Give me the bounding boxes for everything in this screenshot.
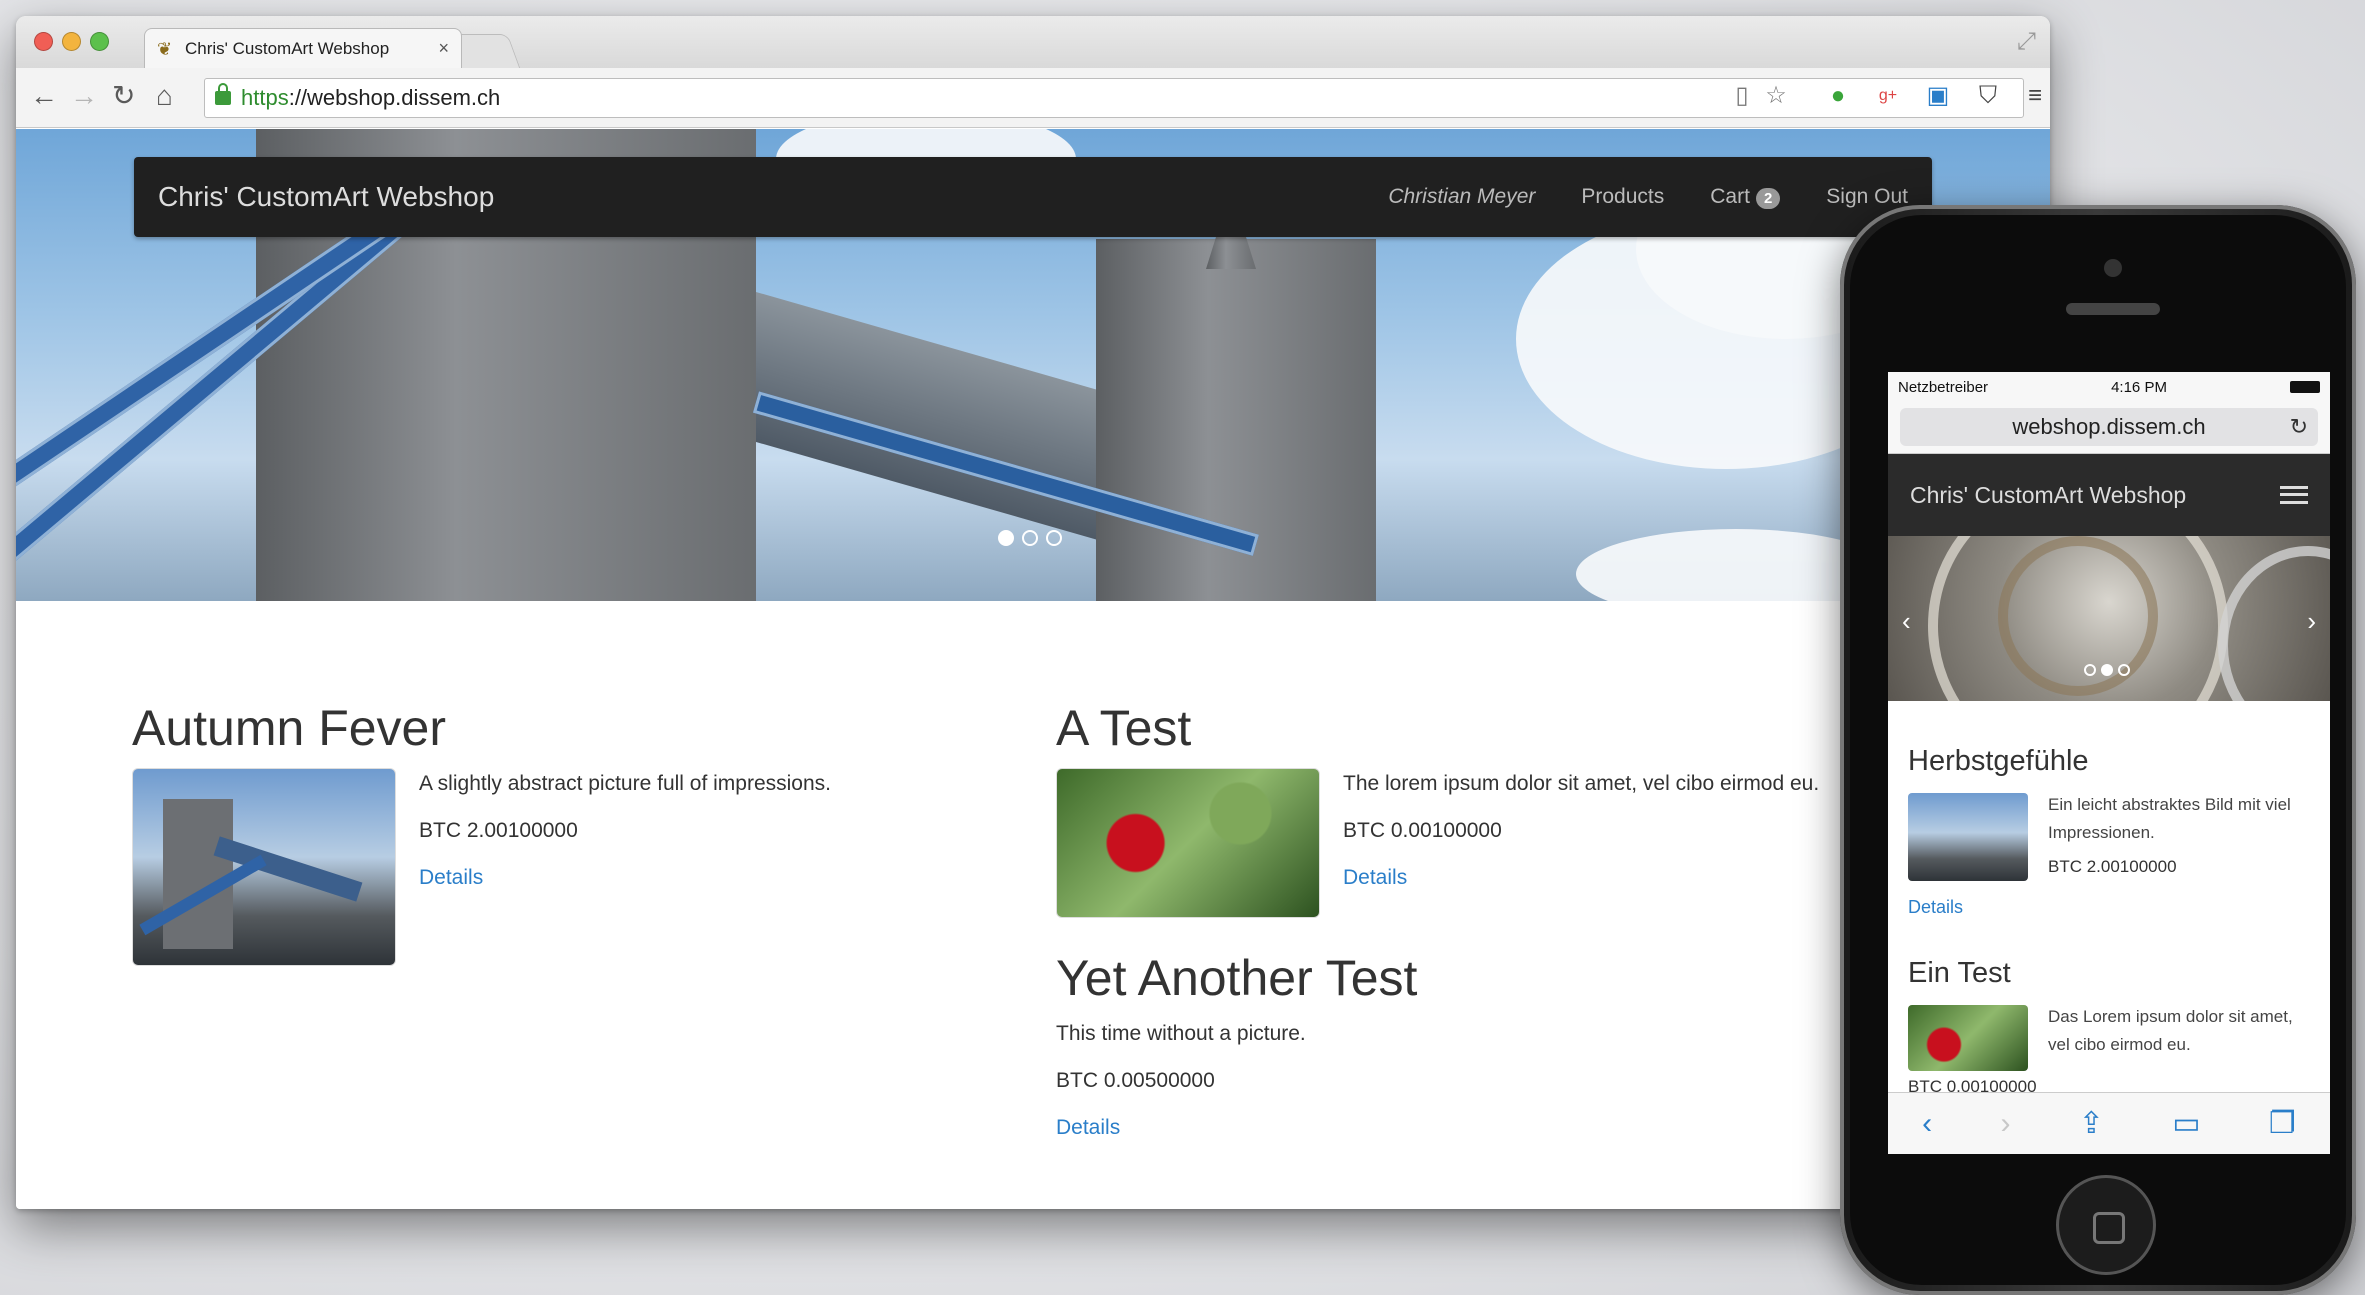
carrier-label: Netzbetreiber <box>1898 378 1989 396</box>
google-plus-icon[interactable]: g+ <box>1874 82 1902 110</box>
carousel-dot[interactable] <box>2101 664 2113 676</box>
share-icon[interactable]: ⇪ <box>2079 1106 2104 1141</box>
product-title: A Test <box>1056 700 1192 756</box>
reload-icon[interactable]: ↻ <box>2290 414 2308 440</box>
product-details-link[interactable]: Details <box>1056 1116 1120 1140</box>
tab-close-icon[interactable]: × <box>438 38 449 59</box>
tabs-icon[interactable]: ❐ <box>2269 1106 2296 1141</box>
bookmarks-icon[interactable]: ▭ <box>2172 1106 2200 1141</box>
carousel-dot[interactable] <box>2118 664 2130 676</box>
product-description: The lorem ipsum dolor sit amet, vel cibo… <box>1343 772 1820 795</box>
lock-icon <box>215 83 231 105</box>
screen-share-icon[interactable]: ▣ <box>1924 82 1952 110</box>
carousel-dot[interactable] <box>1022 530 1038 546</box>
mobile-product-title: Herbstgefühle <box>1908 745 2089 777</box>
browser-titlebar: ❦ Chris' CustomArt Webshop × ⤢ <box>16 16 2050 68</box>
iphone-device: Netzbetreiber 4:16 PM webshop.dissem.ch … <box>1840 205 2356 1295</box>
mobile-product-description: Das Lorem ipsum dolor sit amet, vel cibo… <box>2048 1007 2293 1054</box>
product-title: Autumn Fever <box>132 700 447 756</box>
mobile-url-text: webshop.dissem.ch <box>2012 414 2206 439</box>
mobile-product-list: Herbstgefühle Ein leicht abstraktes Bild… <box>1888 701 2330 1096</box>
webshop-page: Chris' CustomArt Webshop Christian Meyer… <box>16 129 2050 1209</box>
mobile-screen: Netzbetreiber 4:16 PM webshop.dissem.ch … <box>1888 372 2330 1154</box>
carousel-dot[interactable] <box>1046 530 1062 546</box>
mobile-url-field[interactable]: webshop.dissem.ch ↻ <box>1900 408 2318 446</box>
pocket-icon[interactable]: ⛉ <box>1974 82 2002 110</box>
menu-icon[interactable]: ≡ <box>2021 82 2049 110</box>
mobile-product-price: BTC 2.00100000 <box>2048 857 2177 876</box>
forward-arrow-icon[interactable]: › <box>2000 1107 2010 1141</box>
mobile-product-description: Ein leicht abstraktes Bild mit viel Impr… <box>2048 795 2291 842</box>
clock-label: 4:16 PM <box>2111 378 2167 396</box>
carousel-dot[interactable] <box>2084 664 2096 676</box>
cart-count-badge: 2 <box>1755 188 1781 209</box>
product-price: BTC 0.00100000 <box>1343 819 1502 842</box>
minimize-window-button[interactable] <box>62 32 81 51</box>
home-icon[interactable]: ⌂ <box>156 80 173 112</box>
forward-arrow-icon[interactable]: → <box>70 80 98 112</box>
tab-title: Chris' CustomArt Webshop <box>185 38 390 58</box>
close-window-button[interactable] <box>34 32 53 51</box>
mobile-hero-carousel[interactable]: ‹ › <box>1888 536 2330 701</box>
mobile-product-title: Ein Test <box>1908 957 2011 989</box>
reload-icon[interactable]: ↻ <box>112 80 135 112</box>
desktop-browser-window: ❦ Chris' CustomArt Webshop × ⤢ ← → ↻ ⌂ h… <box>16 16 2050 1209</box>
site-favicon-icon: ❦ <box>157 38 173 59</box>
carousel-dot[interactable] <box>998 530 1014 546</box>
ios-status-bar: Netzbetreiber 4:16 PM <box>1888 372 2330 402</box>
battery-icon <box>2289 381 2320 393</box>
browser-tab[interactable]: ❦ Chris' CustomArt Webshop × <box>144 28 462 68</box>
product-title: Yet Another Test <box>1056 950 1418 1006</box>
mobile-carousel-indicators <box>2084 664 2130 676</box>
nav-user[interactable]: Christian Meyer <box>1388 185 1535 209</box>
star-icon[interactable]: ☆ <box>1762 82 1790 110</box>
site-navbar: Chris' CustomArt Webshop Christian Meyer… <box>134 157 1932 237</box>
mobile-navbar: Chris' CustomArt Webshop <box>1888 454 2330 536</box>
product-price: BTC 0.00500000 <box>1056 1069 1215 1092</box>
front-camera <box>2104 259 2122 277</box>
product-details-link[interactable]: Details <box>1343 866 1407 890</box>
zoom-window-button[interactable] <box>90 32 109 51</box>
carousel-prev-icon[interactable]: ‹ <box>1902 606 1911 637</box>
mobile-site-brand[interactable]: Chris' CustomArt Webshop <box>1910 482 2186 509</box>
back-arrow-icon[interactable]: ← <box>30 80 58 112</box>
carousel-next-icon[interactable]: › <box>2307 606 2316 637</box>
nav-products[interactable]: Products <box>1581 185 1664 209</box>
safari-address-bar: webshop.dissem.ch ↻ <box>1888 402 2330 454</box>
nav-signout[interactable]: Sign Out <box>1826 185 1908 209</box>
product-description: A slightly abstract picture full of impr… <box>419 772 832 795</box>
site-brand[interactable]: Chris' CustomArt Webshop <box>158 181 1388 213</box>
fullscreen-icon[interactable]: ⤢ <box>2017 28 2036 56</box>
mobile-product-thumbnail[interactable] <box>1908 1005 2028 1071</box>
hamburger-icon[interactable] <box>2280 486 2308 504</box>
carousel-indicators <box>998 530 1062 546</box>
product-details-link[interactable]: Details <box>419 866 483 890</box>
product-thumbnail[interactable] <box>1056 768 1320 918</box>
home-button[interactable] <box>2056 1175 2156 1275</box>
mobile-details-link[interactable]: Details <box>1908 897 1963 918</box>
earpiece-speaker <box>2066 303 2160 315</box>
nav-cart[interactable]: Cart 2 <box>1710 185 1781 209</box>
product-description: This time without a picture. <box>1056 1022 1306 1045</box>
product-thumbnail[interactable] <box>132 768 396 966</box>
safari-toolbar: ‹ › ⇪ ▭ ❐ <box>1888 1092 2330 1154</box>
mobile-product-thumbnail[interactable] <box>1908 793 2028 881</box>
reader-icon[interactable]: ▯ <box>1728 82 1756 110</box>
back-arrow-icon[interactable]: ‹ <box>1922 1107 1932 1141</box>
product-price: BTC 2.00100000 <box>419 819 578 842</box>
extension-icon[interactable]: ● <box>1824 82 1852 110</box>
